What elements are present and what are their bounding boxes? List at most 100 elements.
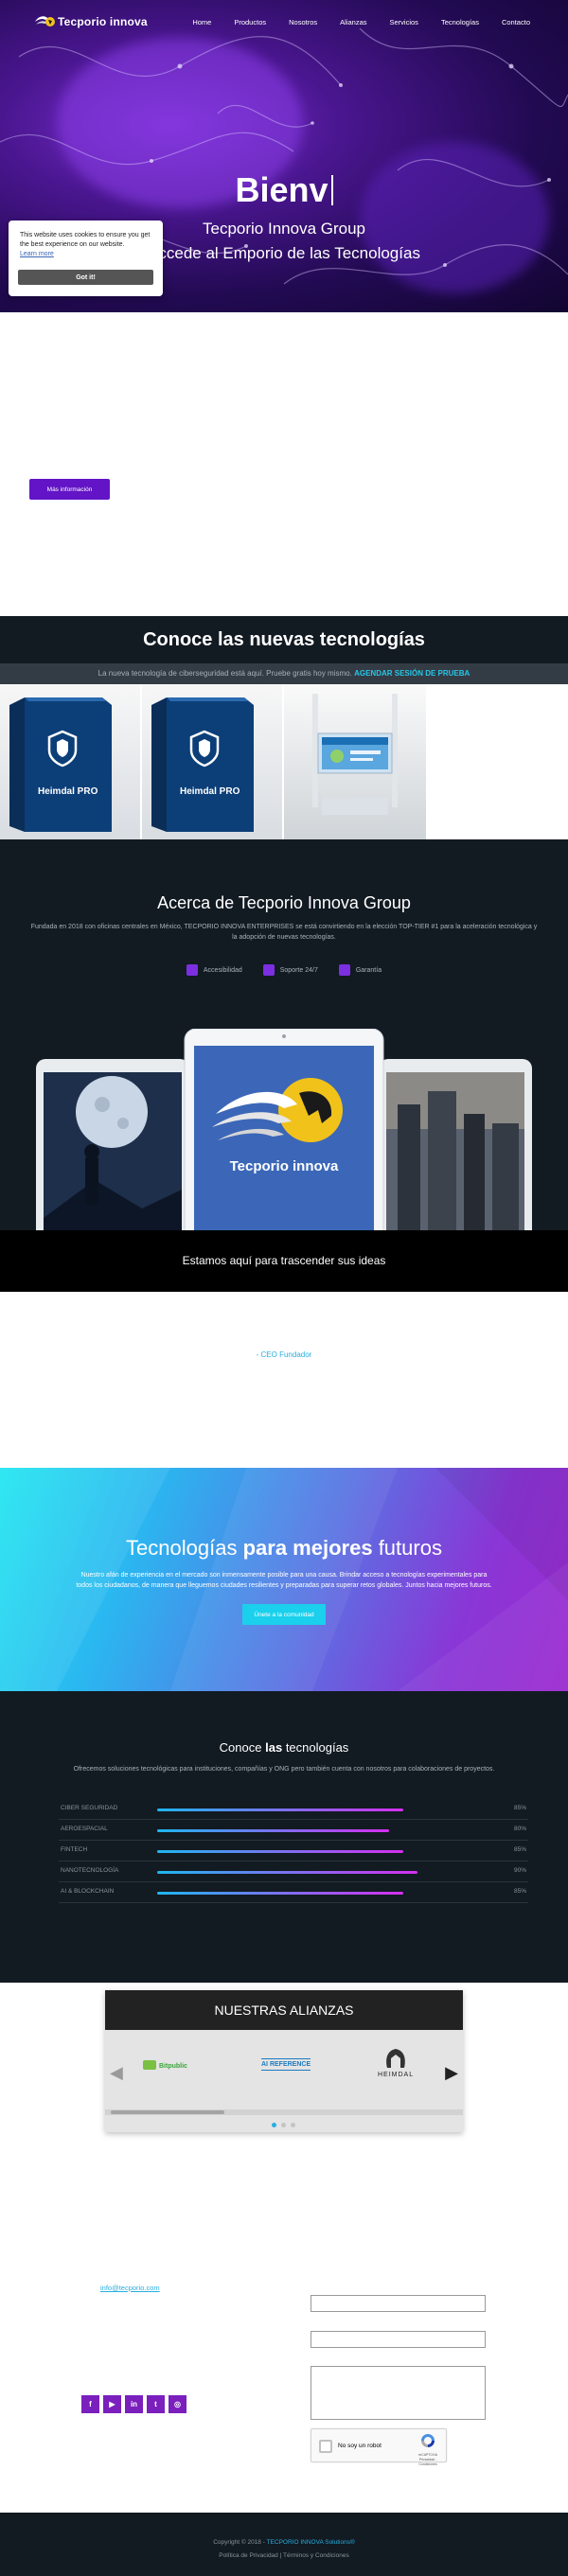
twitter-icon[interactable]: t (147, 2395, 165, 2413)
skill-track (157, 1892, 498, 1895)
legal-links[interactable]: Política de Privacidad | Términos y Cond… (0, 2552, 568, 2559)
skill-track (157, 1850, 498, 1853)
about-section: Acerca de Tecporio Innova Group Fundada … (0, 839, 568, 1292)
cookie-text: This website uses cookies to ensure you … (20, 232, 151, 248)
contact-email-link[interactable]: info@tecporio.com (100, 2284, 160, 2292)
product-label: Heimdal PRO (38, 786, 98, 797)
skill-label: CIBER SEGURIDAD (61, 1805, 118, 1811)
carousel-next-icon[interactable]: ▶ (445, 2063, 458, 2083)
product-card[interactable] (284, 684, 426, 839)
future-title-part: futuros (378, 1536, 442, 1560)
alliance-logo-text: Bitpublic (159, 2063, 187, 2070)
skills-title-part: Conoce (219, 1740, 262, 1755)
carousel-dot[interactable] (281, 2123, 286, 2127)
carousel-prev-icon[interactable]: ◀ (110, 2063, 123, 2083)
carousel-scroll-thumb[interactable] (111, 2110, 224, 2114)
top-navbar: Tecporio innova Home Productos Nosotros … (0, 0, 568, 45)
instagram-icon[interactable]: ◎ (169, 2395, 186, 2413)
contact-name-input[interactable] (311, 2295, 486, 2312)
brand-logo[interactable]: Tecporio innova (34, 13, 148, 30)
nav-tecnologias[interactable]: Tecnologías (441, 18, 479, 26)
skill-label: AEROESPACIAL (61, 1826, 108, 1832)
devices-mockup: Tecporio innova (0, 1029, 568, 1230)
typing-caret (330, 175, 333, 205)
skill-label: NANOTECNOLOGÍA (61, 1867, 119, 1874)
product-card[interactable]: Heimdal PRO (0, 684, 140, 839)
skill-row: FINTECH 85% (59, 1841, 528, 1861)
alliance-logo[interactable]: HEIMDAL (378, 2047, 414, 2078)
carousel-dot[interactable] (272, 2123, 276, 2127)
feature-label: Accesibilidad (203, 966, 242, 974)
nav-alianzas[interactable]: Alianzas (340, 18, 366, 26)
about-title: Acerca de Tecporio Innova Group (157, 893, 411, 912)
page-footer: Copyright © 2018 - TECPORIO INNOVA Solut… (0, 2513, 568, 2576)
skill-value: 80% (513, 1826, 526, 1832)
nav-home[interactable]: Home (192, 18, 211, 26)
recaptcha-badge: reCAPTCHA Privacidad - Condiciones (416, 2433, 440, 2467)
recaptcha-terms[interactable]: Privacidad - Condiciones (416, 2458, 440, 2467)
nav-contacto[interactable]: Contacto (502, 18, 530, 26)
about-description: Fundada en 2018 con oficinas centrales e… (30, 924, 538, 941)
recaptcha-logo-icon (421, 2434, 435, 2447)
promo-bar: La nueva tecnología de ciberseguridad es… (0, 663, 568, 684)
future-text: Nuestro afán de experiencia en el mercad… (76, 1572, 492, 1589)
feature-list: Accesibilidad Soporte 24/7 Garantía (0, 964, 568, 976)
alliance-logo[interactable]: Bitpublic (143, 2060, 187, 2070)
product-card[interactable]: Heimdal PRO (142, 684, 282, 839)
bitpublic-icon (143, 2060, 156, 2070)
product-box-image (9, 697, 112, 832)
cookie-learn-more-link[interactable]: Learn more (20, 250, 153, 259)
copyright-link[interactable]: TECPORIO INNOVA Solutions® (267, 2539, 355, 2546)
skill-fill (157, 1850, 404, 1853)
cookie-accept-button[interactable]: Got it! (18, 270, 153, 285)
future-section: Tecnologías para mejores futuros Nuestro… (0, 1468, 568, 1691)
skill-value: 85% (513, 1805, 526, 1811)
feature-item: Accesibilidad (186, 964, 242, 976)
promo-schedule-link[interactable]: AGENDAR SESIÓN DE PRUEBA (354, 669, 470, 678)
skills-title-part: tecnologías (285, 1740, 349, 1755)
linkedin-icon[interactable]: in (125, 2395, 143, 2413)
facebook-icon[interactable]: f (81, 2395, 99, 2413)
skill-fill (157, 1808, 404, 1811)
alliances-title: NUESTRAS ALIANZAS (105, 1990, 463, 2030)
feature-label: Soporte 24/7 (279, 966, 318, 974)
nav-productos[interactable]: Productos (234, 18, 266, 26)
skill-value: 85% (513, 1846, 526, 1853)
nav-nosotros[interactable]: Nosotros (289, 18, 317, 26)
skill-row: CIBER SEGURIDAD 85% (59, 1799, 528, 1820)
feature-item: Garantía (338, 964, 382, 976)
recaptcha-checkbox[interactable] (319, 2440, 332, 2453)
brand-emblem-icon (35, 16, 55, 26)
device-brand-text: Tecporio innova (230, 1158, 339, 1174)
skill-label: AI & BLOCKCHAIN (61, 1888, 115, 1895)
product-display-image (312, 694, 398, 815)
skill-fill (157, 1892, 404, 1895)
products-strip: Heimdal PRO Heimdal PRO (0, 684, 568, 839)
alliances-carousel: NUESTRAS ALIANZAS ◀ ▶ Bitpublic AI REFER… (105, 1990, 463, 2132)
skill-track (157, 1808, 498, 1811)
accessibility-icon (186, 964, 198, 976)
heimdal-helmet-icon (386, 2049, 405, 2068)
ceo-signature: - CEO Fundador (256, 1350, 312, 1359)
contact-email-input[interactable] (311, 2331, 486, 2348)
skill-fill (157, 1829, 389, 1832)
copyright-text: Copyright © 2018 - (213, 2539, 265, 2546)
devices-image: Tecporio innova (36, 1029, 532, 1230)
skills-subtitle: Ofrecemos soluciones tecnológicas para i… (73, 1766, 495, 1773)
skill-track (157, 1829, 498, 1832)
carousel-scrollbar[interactable] (105, 2109, 463, 2115)
join-community-button[interactable]: Únete a la comunidad (242, 1604, 326, 1625)
new-tech-header: Conoce las nuevas tecnologías (0, 616, 568, 663)
youtube-icon[interactable]: ▶ (103, 2395, 121, 2413)
skill-fill (157, 1871, 418, 1874)
support-chat-icon (262, 964, 275, 976)
new-tech-title: Conoce las nuevas tecnologías (143, 629, 425, 650)
contact-message-textarea[interactable] (311, 2366, 486, 2420)
skill-track (157, 1871, 498, 1874)
more-info-button[interactable]: Más información (29, 479, 110, 500)
nav-servicios[interactable]: Servicios (390, 18, 418, 26)
skills-title: Conoce las tecnologías (0, 1740, 568, 1755)
promo-text: La nueva tecnología de ciberseguridad es… (98, 669, 352, 678)
carousel-dot[interactable] (291, 2123, 295, 2127)
alliance-logo[interactable]: AI REFERENCE (261, 2058, 311, 2071)
